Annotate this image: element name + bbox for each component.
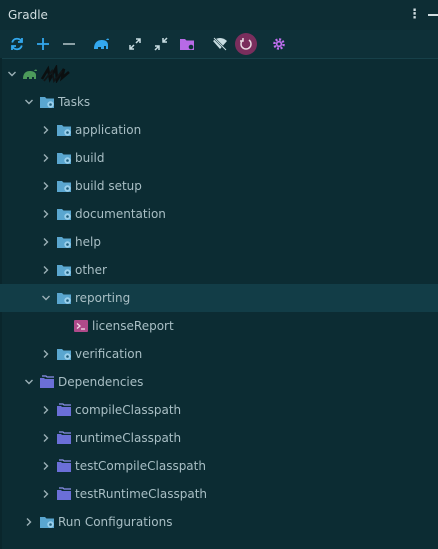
tree-label-dependency-group: testCompileClasspath: [75, 459, 206, 473]
tree-row-task-group[interactable]: build: [0, 144, 438, 172]
task-group-folder-icon: [57, 293, 71, 304]
task-group-folder-icon: [57, 125, 71, 136]
chevron-right-icon[interactable]: [41, 265, 51, 275]
tree-row-dependency-group[interactable]: compileClasspath: [0, 396, 438, 424]
chevron-down-icon[interactable]: [24, 97, 34, 107]
task-group-folder-icon: [57, 265, 71, 276]
project-name-redaction: [40, 65, 70, 83]
tree-row-task-group[interactable]: application: [0, 116, 438, 144]
dependency-group-icon: [57, 487, 71, 500]
unlink-project-icon[interactable]: [59, 34, 79, 54]
open-project-folder-icon[interactable]: [177, 34, 197, 54]
tree-label-run-configurations: Run Configurations: [58, 515, 173, 529]
gradle-elephant-icon: [23, 69, 37, 79]
tree-row-tasks[interactable]: Tasks: [0, 88, 438, 116]
tree-row-dependencies[interactable]: Dependencies: [0, 368, 438, 396]
tree-row-root-project[interactable]: [0, 60, 438, 88]
tree-label-task-group: verification: [75, 347, 143, 361]
chevron-right-icon[interactable]: [41, 461, 51, 471]
chevron-right-icon[interactable]: [41, 405, 51, 415]
tree-label-tasks: Tasks: [58, 95, 91, 109]
tree-row-dependency-group[interactable]: testCompileClasspath: [0, 452, 438, 480]
tree-row-task-group[interactable]: verification: [0, 340, 438, 368]
chevron-right-icon[interactable]: [41, 181, 51, 191]
chevron-down-icon[interactable]: [7, 69, 17, 79]
tree-row-task-group-selected[interactable]: reporting: [0, 284, 438, 312]
hide-panel-icon[interactable]: [428, 14, 438, 16]
chevron-right-icon[interactable]: [41, 349, 51, 359]
tasks-folder-icon: [40, 97, 54, 108]
gradle-toolbar: [0, 30, 438, 59]
tree-label-dependency-group: testRuntimeClasspath: [75, 487, 208, 501]
dependency-group-icon: [57, 403, 71, 416]
options-menu-icon[interactable]: ⋮: [408, 7, 421, 23]
chevron-right-icon[interactable]: [41, 209, 51, 219]
gradle-tree: Tasks application build build setup docu…: [0, 60, 438, 549]
tree-label-task-group: reporting: [75, 291, 131, 305]
run-configurations-folder-icon: [40, 517, 54, 528]
tree-label-dependency-group: runtimeClasspath: [75, 431, 182, 445]
tree-row-run-configurations[interactable]: Run Configurations: [0, 508, 438, 536]
chevron-right-icon[interactable]: [41, 237, 51, 247]
execute-task-icon[interactable]: [91, 34, 111, 54]
task-group-folder-icon: [57, 237, 71, 248]
expand-all-icon[interactable]: [125, 34, 145, 54]
tree-label-dependencies: Dependencies: [58, 375, 144, 389]
tree-label-task-group: application: [75, 123, 142, 137]
tree-row-dependency-group[interactable]: testRuntimeClasspath: [0, 480, 438, 508]
tree-label-task-group: help: [75, 235, 101, 249]
tree-row-task-group[interactable]: help: [0, 228, 438, 256]
task-group-folder-icon: [57, 153, 71, 164]
tree-label-task: licenseReport: [92, 319, 174, 333]
tree-row-dependency-group[interactable]: runtimeClasspath: [0, 424, 438, 452]
chevron-right-icon[interactable]: [41, 125, 51, 135]
chevron-right-icon[interactable]: [41, 433, 51, 443]
chevron-right-icon[interactable]: [41, 489, 51, 499]
tree-label-dependency-group: compileClasspath: [75, 403, 182, 417]
task-run-icon: [74, 320, 88, 332]
task-group-folder-icon: [57, 181, 71, 192]
dependency-group-icon: [57, 459, 71, 472]
chevron-right-icon[interactable]: [24, 517, 34, 527]
tree-label-task-group: build: [75, 151, 105, 165]
panel-title: Gradle: [8, 8, 48, 22]
task-group-folder-icon: [57, 349, 71, 360]
reload-all-projects-icon[interactable]: [7, 34, 27, 54]
dependencies-icon: [40, 375, 54, 388]
build-and-run-settings-icon[interactable]: [235, 33, 257, 55]
dependency-group-icon: [57, 431, 71, 444]
chevron-down-icon[interactable]: [24, 377, 34, 387]
tree-row-task-group[interactable]: other: [0, 256, 438, 284]
collapse-all-icon[interactable]: [151, 34, 171, 54]
task-group-folder-icon: [57, 209, 71, 220]
chevron-down-icon[interactable]: [41, 293, 51, 303]
chevron-right-icon[interactable]: [41, 153, 51, 163]
panel-header: Gradle ⋮: [0, 0, 438, 30]
tree-label-task-group: documentation: [75, 207, 166, 221]
tree-row-task[interactable]: licenseReport: [0, 312, 438, 340]
link-project-icon[interactable]: [33, 34, 53, 54]
tree-row-task-group[interactable]: documentation: [0, 200, 438, 228]
toggle-offline-mode-icon[interactable]: [210, 34, 230, 54]
tree-label-task-group: other: [75, 263, 107, 277]
gradle-settings-icon[interactable]: [269, 34, 289, 54]
tree-label-task-group: build setup: [75, 179, 142, 193]
tree-row-task-group[interactable]: build setup: [0, 172, 438, 200]
